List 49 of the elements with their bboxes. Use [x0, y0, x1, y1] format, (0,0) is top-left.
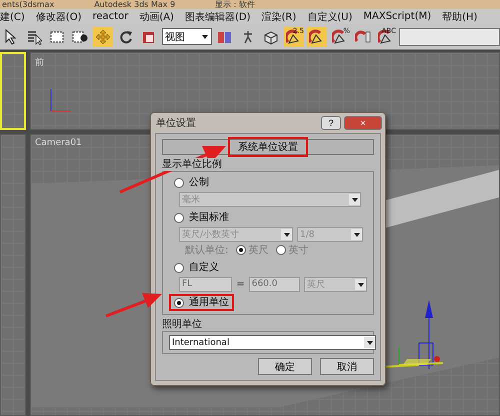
view-dropdown[interactable]: 视图 — [162, 28, 212, 45]
default-unit-label: 默认单位: — [185, 244, 228, 257]
radio-label: 英尺 — [248, 244, 268, 257]
system-unit-button[interactable]: 系统单位设置 — [162, 139, 374, 155]
help-button[interactable]: ? — [321, 116, 341, 130]
radio-option[interactable]: 公制 — [169, 174, 214, 191]
menu-item[interactable]: 帮助(H) — [442, 10, 478, 24]
window-title: Autodesk 3ds Max 9 — [94, 0, 176, 9]
menu-item[interactable]: 自定义(U) — [307, 10, 352, 24]
dropdown-arrow-icon — [352, 230, 360, 238]
radio-button[interactable] — [174, 262, 184, 272]
group-title: 显示单位比例 — [162, 158, 222, 171]
close-button[interactable]: × — [344, 116, 382, 130]
radio-option[interactable]: 通用单位 — [169, 294, 234, 311]
dropdown-arrow-icon — [356, 280, 364, 288]
dropdown-arrow-icon — [282, 230, 290, 238]
menu-item[interactable]: 渲染(R) — [261, 10, 296, 24]
dropdown[interactable]: International — [169, 335, 376, 350]
menu-item[interactable]: 修改器(O) — [36, 10, 82, 24]
radio-button[interactable] — [174, 298, 184, 308]
equals-sign: = — [236, 279, 245, 290]
menu-item[interactable]: reactor — [92, 11, 128, 22]
menu-item[interactable]: 图表编辑器(D) — [184, 10, 250, 24]
viewport-label: Camera01 — [35, 138, 82, 148]
menu-item[interactable]: 动画(A) — [139, 10, 174, 24]
dropdown-arrow-icon — [201, 32, 209, 40]
dialog-title: 单位设置 — [156, 116, 197, 130]
radio-button[interactable] — [174, 212, 184, 222]
input-field[interactable] — [399, 28, 500, 46]
radio-button[interactable] — [236, 245, 246, 255]
viewport-label: 前 — [35, 56, 44, 69]
highlight-frame: 系统单位设置 — [228, 137, 308, 157]
menu-item[interactable]: MAXScript(M) — [363, 11, 432, 22]
window-title: ents(3dsmax — [2, 0, 54, 9]
dropdown-arrow-icon — [366, 338, 374, 346]
radio-option[interactable]: 美国标准 — [169, 209, 234, 226]
radio-button[interactable] — [174, 178, 184, 188]
angle-snap-tool-icon[interactable] — [307, 26, 327, 46]
radio-label: 英寸 — [288, 244, 308, 257]
radio-option[interactable]: 自定义 — [169, 259, 224, 276]
move-tool-icon[interactable] — [93, 26, 113, 46]
dialog-button[interactable]: 确定 — [258, 358, 312, 375]
group-title: 照明单位 — [162, 318, 202, 331]
dropdown-arrow-icon — [350, 196, 358, 204]
window-title: 显示：软件 — [215, 0, 256, 9]
radio-button[interactable] — [276, 245, 286, 255]
axis-tripod-icon — [49, 87, 73, 113]
dialog-button[interactable]: 取消 — [320, 358, 374, 375]
menu-item[interactable]: 建(C) — [0, 10, 25, 24]
